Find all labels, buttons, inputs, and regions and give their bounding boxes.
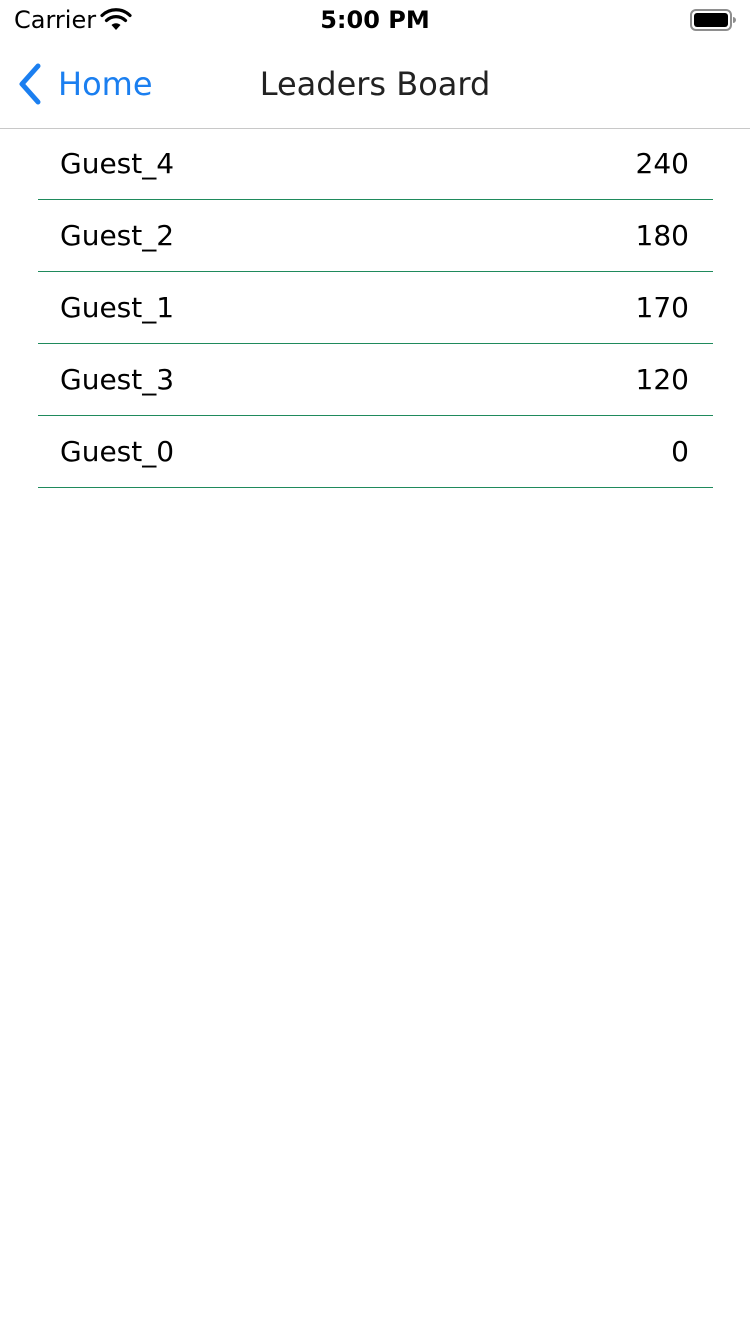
- player-name: Guest_1: [60, 290, 175, 324]
- navigation-bar: Home Leaders Board: [0, 40, 750, 129]
- list-item[interactable]: Guest_1 170: [38, 272, 713, 344]
- player-name: Guest_2: [60, 218, 175, 252]
- page-title: Leaders Board: [259, 65, 491, 103]
- player-score: 120: [635, 362, 689, 396]
- list-item[interactable]: Guest_4 240: [38, 128, 713, 200]
- player-score: 170: [635, 290, 689, 324]
- player-score: 180: [635, 218, 689, 252]
- player-name: Guest_4: [60, 146, 175, 180]
- player-name: Guest_0: [60, 434, 175, 468]
- list-item[interactable]: Guest_2 180: [38, 200, 713, 272]
- battery-icon: [690, 9, 736, 31]
- player-score: 240: [635, 146, 689, 180]
- list-item[interactable]: Guest_3 120: [38, 344, 713, 416]
- player-name: Guest_3: [60, 362, 175, 396]
- leaderboard-list: Guest_4 240 Guest_2 180 Guest_1 170 Gues…: [38, 128, 713, 488]
- player-score: 0: [671, 434, 689, 468]
- status-time: 5:00 PM: [320, 6, 430, 34]
- status-bar: Carrier 5:00 PM: [0, 0, 750, 40]
- list-item[interactable]: Guest_0 0: [38, 416, 713, 488]
